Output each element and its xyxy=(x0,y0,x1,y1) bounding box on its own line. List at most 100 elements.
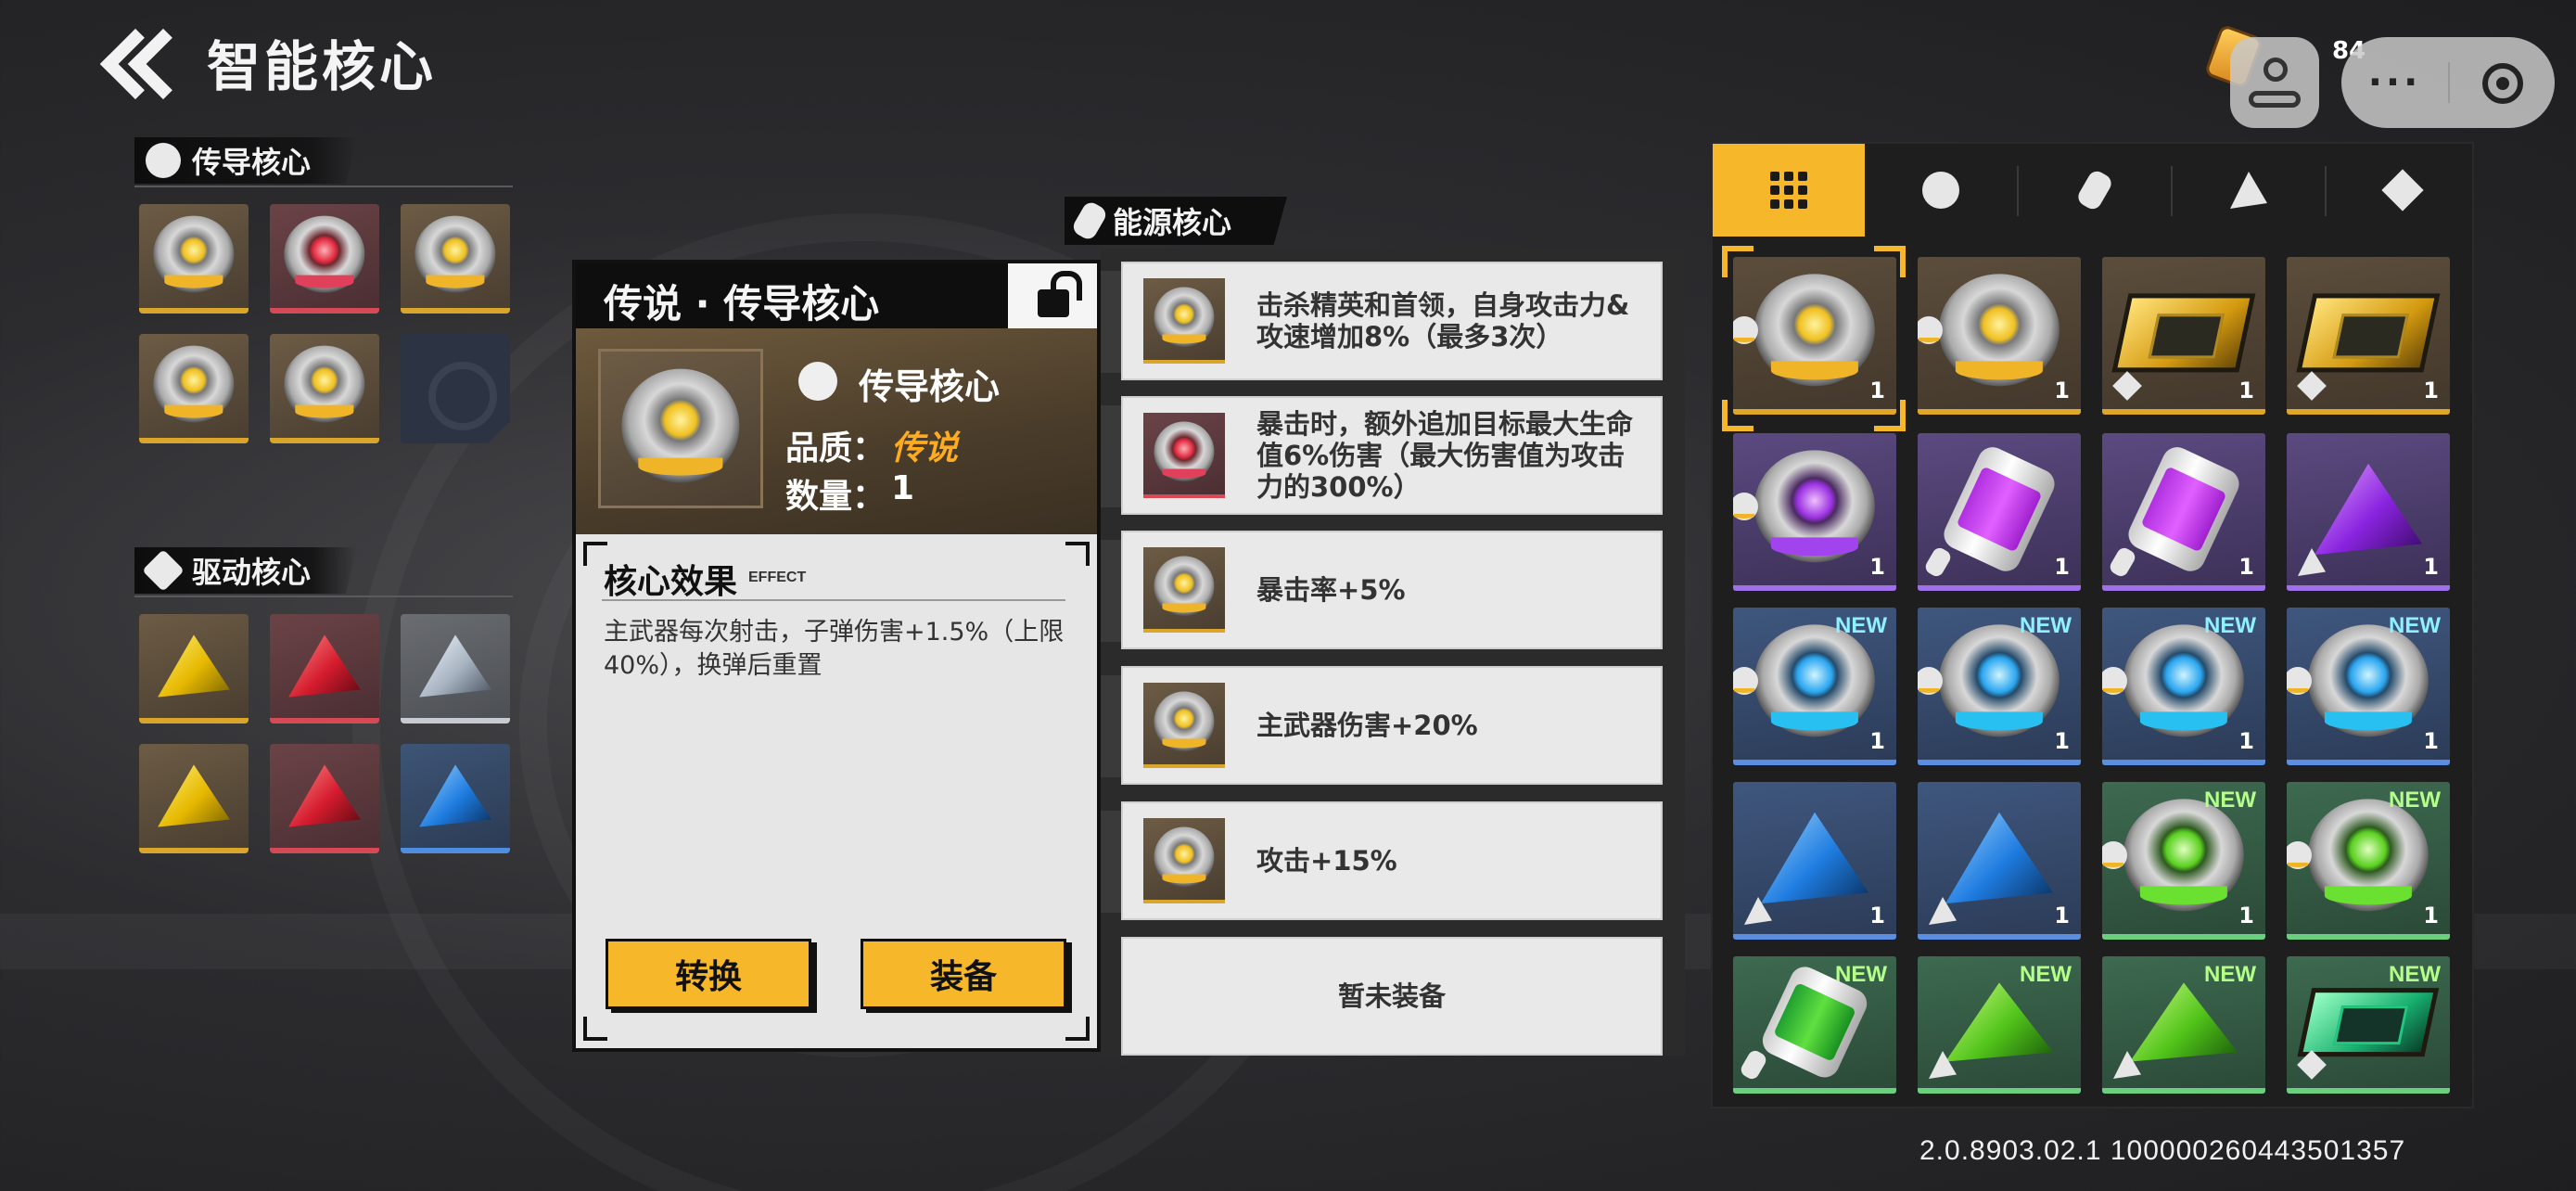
close-target-icon[interactable] xyxy=(2450,37,2555,128)
quality-value: 传说 xyxy=(891,429,959,467)
inventory-item[interactable]: 1 NEW xyxy=(2287,782,2450,940)
tab-all[interactable] xyxy=(1713,144,1865,237)
equip-button[interactable]: 装备 xyxy=(861,939,1066,1009)
count-label: 数量： xyxy=(785,478,886,516)
inventory-item[interactable]: 1 xyxy=(2287,433,2450,591)
core-prism-icon xyxy=(158,634,230,698)
mini-program-capsule: ··· xyxy=(2341,37,2555,128)
back-chevron-icon[interactable] xyxy=(97,30,181,95)
inventory-item[interactable]: 1 xyxy=(2102,257,2265,415)
equipped-core-slot[interactable] xyxy=(270,614,379,724)
row-side-marker xyxy=(1101,811,1121,913)
energy-core-effect-text: 主武器伤害+20% xyxy=(1256,710,1478,741)
new-badge: NEW xyxy=(1835,613,1887,638)
inventory-item[interactable]: 1 xyxy=(1918,433,2081,591)
tab-conduct-core[interactable] xyxy=(1865,144,2017,237)
conduct-core-header: 传导核心 xyxy=(134,137,357,184)
effect-description: 主武器每次射击，子弹伤害+1.5%（上限40%），换弹后重置 xyxy=(604,618,1065,680)
inventory-item[interactable]: NEW xyxy=(1918,956,2081,1094)
inventory-item[interactable]: 1 NEW xyxy=(1733,608,1896,765)
section-divider xyxy=(134,186,513,187)
equipped-core-slot[interactable] xyxy=(270,204,379,314)
frame-corner xyxy=(1065,1017,1090,1041)
energy-core-thumbnail xyxy=(1143,278,1225,364)
core-orb-icon xyxy=(1938,274,2060,387)
equipped-core-slot[interactable] xyxy=(401,614,510,724)
conduct-orb-icon xyxy=(621,368,740,483)
more-button[interactable]: ··· xyxy=(2341,61,2448,104)
inventory-item[interactable]: NEW xyxy=(2102,956,2265,1094)
unlock-icon[interactable] xyxy=(1008,263,1097,328)
inventory-item[interactable]: 1 xyxy=(1918,782,2081,940)
equipped-core-slot[interactable] xyxy=(139,744,249,853)
inventory-item[interactable]: 1 xyxy=(1733,433,1896,591)
game-controller-button[interactable] xyxy=(2230,37,2319,128)
energy-core-empty-row[interactable]: 暂未装备 xyxy=(1121,937,1663,1056)
core-chip-icon xyxy=(2111,293,2256,373)
energy-core-row[interactable]: 主武器伤害+20% xyxy=(1121,666,1663,785)
inventory-item[interactable]: 1 xyxy=(2287,257,2450,415)
energy-core-row[interactable]: 攻击+15% xyxy=(1121,801,1663,920)
energy-core-title: 能源核心 xyxy=(1113,205,1232,240)
equipped-core-slot[interactable] xyxy=(401,744,510,853)
item-type-icon xyxy=(1738,1048,1769,1082)
tab-energy-core[interactable] xyxy=(2019,144,2171,237)
core-prism-icon xyxy=(288,764,361,827)
item-type-icon xyxy=(1922,545,1954,579)
equipped-core-slot[interactable] xyxy=(139,334,249,443)
item-count: 1 xyxy=(2238,728,2254,754)
empty-core-slot[interactable] xyxy=(401,334,510,443)
core-type-label: 传导核心 xyxy=(859,366,1001,407)
energy-core-row[interactable]: 暴击时，额外追加目标最大生命值6%伤害（最大伤害值为攻击力的300%） xyxy=(1121,396,1663,515)
energy-core-row[interactable]: 暴击率+5% xyxy=(1121,531,1663,649)
item-count: 1 xyxy=(2054,903,2070,928)
inventory-item[interactable]: 1 xyxy=(1733,257,1896,415)
frame-corner xyxy=(583,1017,607,1041)
effect-title: 核心效果 xyxy=(604,563,738,601)
item-count: 1 xyxy=(2423,378,2439,403)
core-orb-icon xyxy=(1154,826,1215,888)
equipped-core-slot[interactable] xyxy=(270,334,379,443)
equipped-core-slot[interactable] xyxy=(270,744,379,853)
core-orb-icon xyxy=(1154,421,1215,482)
energy-core-header: 能源核心 xyxy=(1065,197,1287,245)
core-chip-icon xyxy=(2297,988,2440,1057)
equipped-core-slot[interactable] xyxy=(139,614,249,724)
energy-core-thumbnail xyxy=(1143,547,1225,633)
inventory-item[interactable]: NEW xyxy=(1733,956,1896,1094)
energy-core-row[interactable]: 击杀精英和首领，自身攻击力&攻速增加8%（最多3次） xyxy=(1121,262,1663,380)
selection-corner xyxy=(1722,246,1753,277)
drive-core-title: 驱动核心 xyxy=(192,555,312,590)
inventory-item[interactable]: 1 NEW xyxy=(2287,608,2450,765)
energy-core-icon xyxy=(1070,199,1109,242)
core-prism-icon xyxy=(419,634,491,698)
inventory-item[interactable]: 1 NEW xyxy=(2102,782,2265,940)
core-cell-icon xyxy=(1939,442,2060,577)
inventory-item[interactable]: NEW xyxy=(2287,956,2450,1094)
version-text: 2.0.8903.02.1 100000260443501357 xyxy=(1919,1135,2406,1166)
core-orb-icon xyxy=(284,345,365,423)
convert-button[interactable]: 转换 xyxy=(606,939,811,1009)
inventory-item[interactable]: 1 xyxy=(2102,433,2265,591)
inventory-item[interactable]: 1 NEW xyxy=(1918,608,2081,765)
drive-core-header: 驱动核心 xyxy=(134,547,357,594)
page-title: 智能核心 xyxy=(207,35,438,98)
inventory-item[interactable]: 1 xyxy=(1733,782,1896,940)
conduct-core-icon xyxy=(146,143,181,178)
item-count: 1 xyxy=(2054,378,2070,403)
new-badge: NEW xyxy=(2204,962,2256,987)
item-count: 1 xyxy=(2423,554,2439,580)
inventory-item[interactable]: 1 xyxy=(1918,257,2081,415)
core-prism-icon xyxy=(288,634,361,698)
core-chip-icon xyxy=(2296,293,2441,373)
core-orb-icon xyxy=(2123,799,2245,912)
tab-chip-core[interactable] xyxy=(2327,144,2479,237)
equipped-core-slot[interactable] xyxy=(401,204,510,314)
equipped-core-slot[interactable] xyxy=(139,204,249,314)
item-count: 1 xyxy=(2238,903,2254,928)
chip-core-icon xyxy=(2381,169,2424,211)
inventory-item[interactable]: 1 NEW xyxy=(2102,608,2265,765)
new-badge: NEW xyxy=(2020,962,2072,987)
card-header: 传说 · 传导核心 xyxy=(576,263,1097,328)
tab-drive-core[interactable] xyxy=(2173,144,2325,237)
